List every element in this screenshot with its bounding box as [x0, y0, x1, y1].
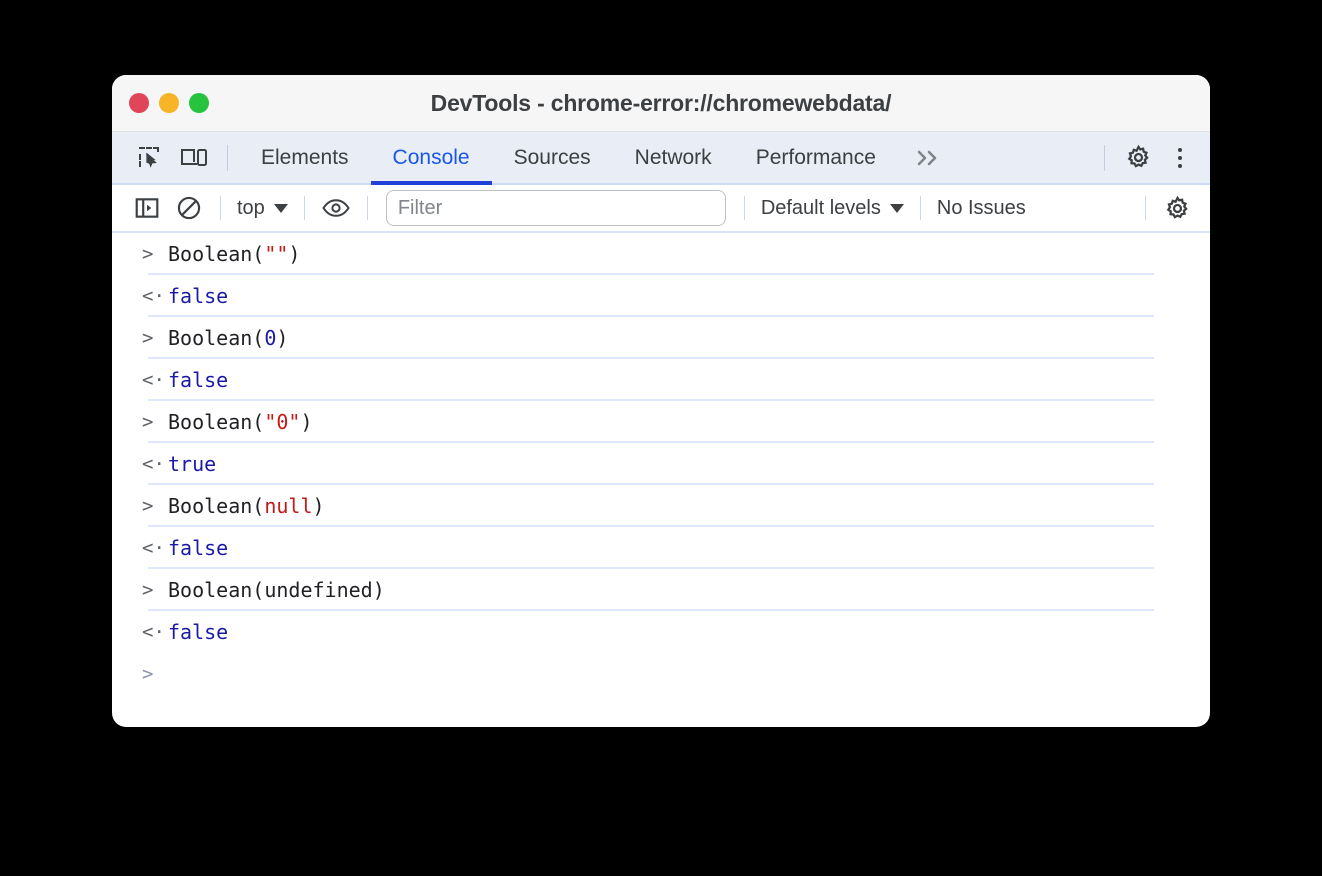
- output-prompt-icon: <·: [142, 621, 165, 643]
- devtools-tab-bar: Elements Console Sources Network Perform…: [112, 132, 1210, 185]
- input-prompt-icon: >: [142, 579, 154, 601]
- tab-performance-label: Performance: [755, 145, 876, 169]
- output-prompt-icon: <·: [142, 285, 165, 307]
- console-input-row[interactable]: > Boolean(""): [112, 233, 1210, 275]
- console-output-row[interactable]: <· false: [112, 275, 1210, 317]
- console-input-row[interactable]: > Boolean("0"): [112, 401, 1210, 443]
- log-levels-label: Default levels: [760, 196, 881, 219]
- console-sidebar-toggle-icon[interactable]: [126, 190, 168, 226]
- clear-console-icon[interactable]: [168, 190, 210, 226]
- console-output-row[interactable]: <· true: [112, 443, 1210, 485]
- live-prompt-icon: >: [142, 663, 154, 685]
- console-result-value: false: [168, 620, 229, 644]
- console-toolbar-divider-3: [366, 196, 368, 220]
- console-result-value: true: [168, 452, 217, 476]
- tab-sources-label: Sources: [513, 145, 591, 169]
- page-root: DevTools - chrome-error://chromewebdata/: [0, 0, 1322, 876]
- execution-context-label: top: [237, 196, 265, 219]
- console-message-list[interactable]: > Boolean("") <· false > Boolean(0) <· f…: [112, 233, 1210, 695]
- tabbar-divider-1: [227, 144, 228, 171]
- input-prompt-icon: >: [142, 495, 154, 517]
- tabbar-right-group: [1093, 132, 1200, 183]
- console-settings-gear-icon[interactable]: [1156, 190, 1198, 226]
- console-filter-input[interactable]: [385, 190, 726, 226]
- console-toolbar: top Default levels No Issues: [112, 185, 1210, 233]
- console-input-expression: Boolean(""): [168, 242, 301, 266]
- log-levels-selector[interactable]: Default levels: [755, 197, 910, 220]
- output-prompt-icon: <·: [142, 369, 165, 391]
- console-live-prompt-row[interactable]: >: [112, 653, 1210, 695]
- input-prompt-icon: >: [142, 411, 154, 433]
- console-output-row[interactable]: <· false: [112, 359, 1210, 401]
- console-output-row[interactable]: <· false: [112, 527, 1210, 569]
- settings-gear-icon[interactable]: [1116, 139, 1160, 177]
- console-toolbar-right-group: [1135, 185, 1198, 231]
- output-prompt-icon: <·: [142, 453, 165, 475]
- console-input-expression: Boolean(undefined): [168, 578, 385, 602]
- console-toolbar-divider-5: [919, 196, 921, 220]
- title-bar: DevTools - chrome-error://chromewebdata/: [112, 75, 1210, 132]
- console-result-value: false: [168, 284, 229, 308]
- tab-elements-label: Elements: [261, 145, 349, 169]
- console-input-row[interactable]: > Boolean(undefined): [112, 569, 1210, 611]
- device-toolbar-icon[interactable]: [172, 139, 216, 177]
- tab-sources[interactable]: Sources: [492, 132, 613, 183]
- tab-network[interactable]: Network: [613, 132, 734, 183]
- more-tabs-icon[interactable]: [898, 148, 960, 168]
- tab-performance[interactable]: Performance: [734, 132, 898, 183]
- issues-label: No Issues: [936, 196, 1026, 219]
- devtools-window: DevTools - chrome-error://chromewebdata/: [112, 75, 1210, 727]
- console-result-value: false: [168, 536, 229, 560]
- console-input-row[interactable]: > Boolean(null): [112, 485, 1210, 527]
- console-toolbar-divider-6: [1145, 196, 1146, 220]
- tab-network-label: Network: [634, 145, 712, 169]
- tab-console-label: Console: [392, 145, 470, 169]
- inspect-element-icon[interactable]: [128, 139, 172, 177]
- console-input-expression: Boolean(null): [168, 494, 325, 518]
- tab-console[interactable]: Console: [370, 132, 492, 185]
- more-options-icon[interactable]: [1160, 139, 1200, 177]
- console-input-expression: Boolean("0"): [168, 410, 313, 434]
- live-expression-eye-icon[interactable]: [315, 190, 357, 226]
- tabbar-divider-2: [1104, 144, 1105, 171]
- console-toolbar-divider-1: [220, 196, 221, 220]
- console-input-row[interactable]: > Boolean(0): [112, 317, 1210, 359]
- input-prompt-icon: >: [142, 243, 154, 265]
- tab-elements[interactable]: Elements: [239, 132, 371, 183]
- console-input-expression: Boolean(0): [168, 326, 289, 350]
- issues-status[interactable]: No Issues: [931, 197, 1032, 220]
- execution-context-selector[interactable]: top: [231, 197, 294, 220]
- output-prompt-icon: <·: [142, 537, 165, 559]
- chevron-down-icon: [273, 203, 288, 213]
- console-result-value: false: [168, 368, 229, 392]
- console-toolbar-divider-2: [303, 196, 305, 220]
- chevron-down-icon-levels: [889, 203, 904, 213]
- console-toolbar-divider-4: [743, 196, 745, 220]
- tab-list: Elements Console Sources Network Perform…: [239, 132, 960, 185]
- window-title: DevTools - chrome-error://chromewebdata/: [430, 89, 892, 116]
- input-prompt-icon: >: [142, 327, 154, 349]
- console-output-row[interactable]: <· false: [112, 611, 1210, 653]
